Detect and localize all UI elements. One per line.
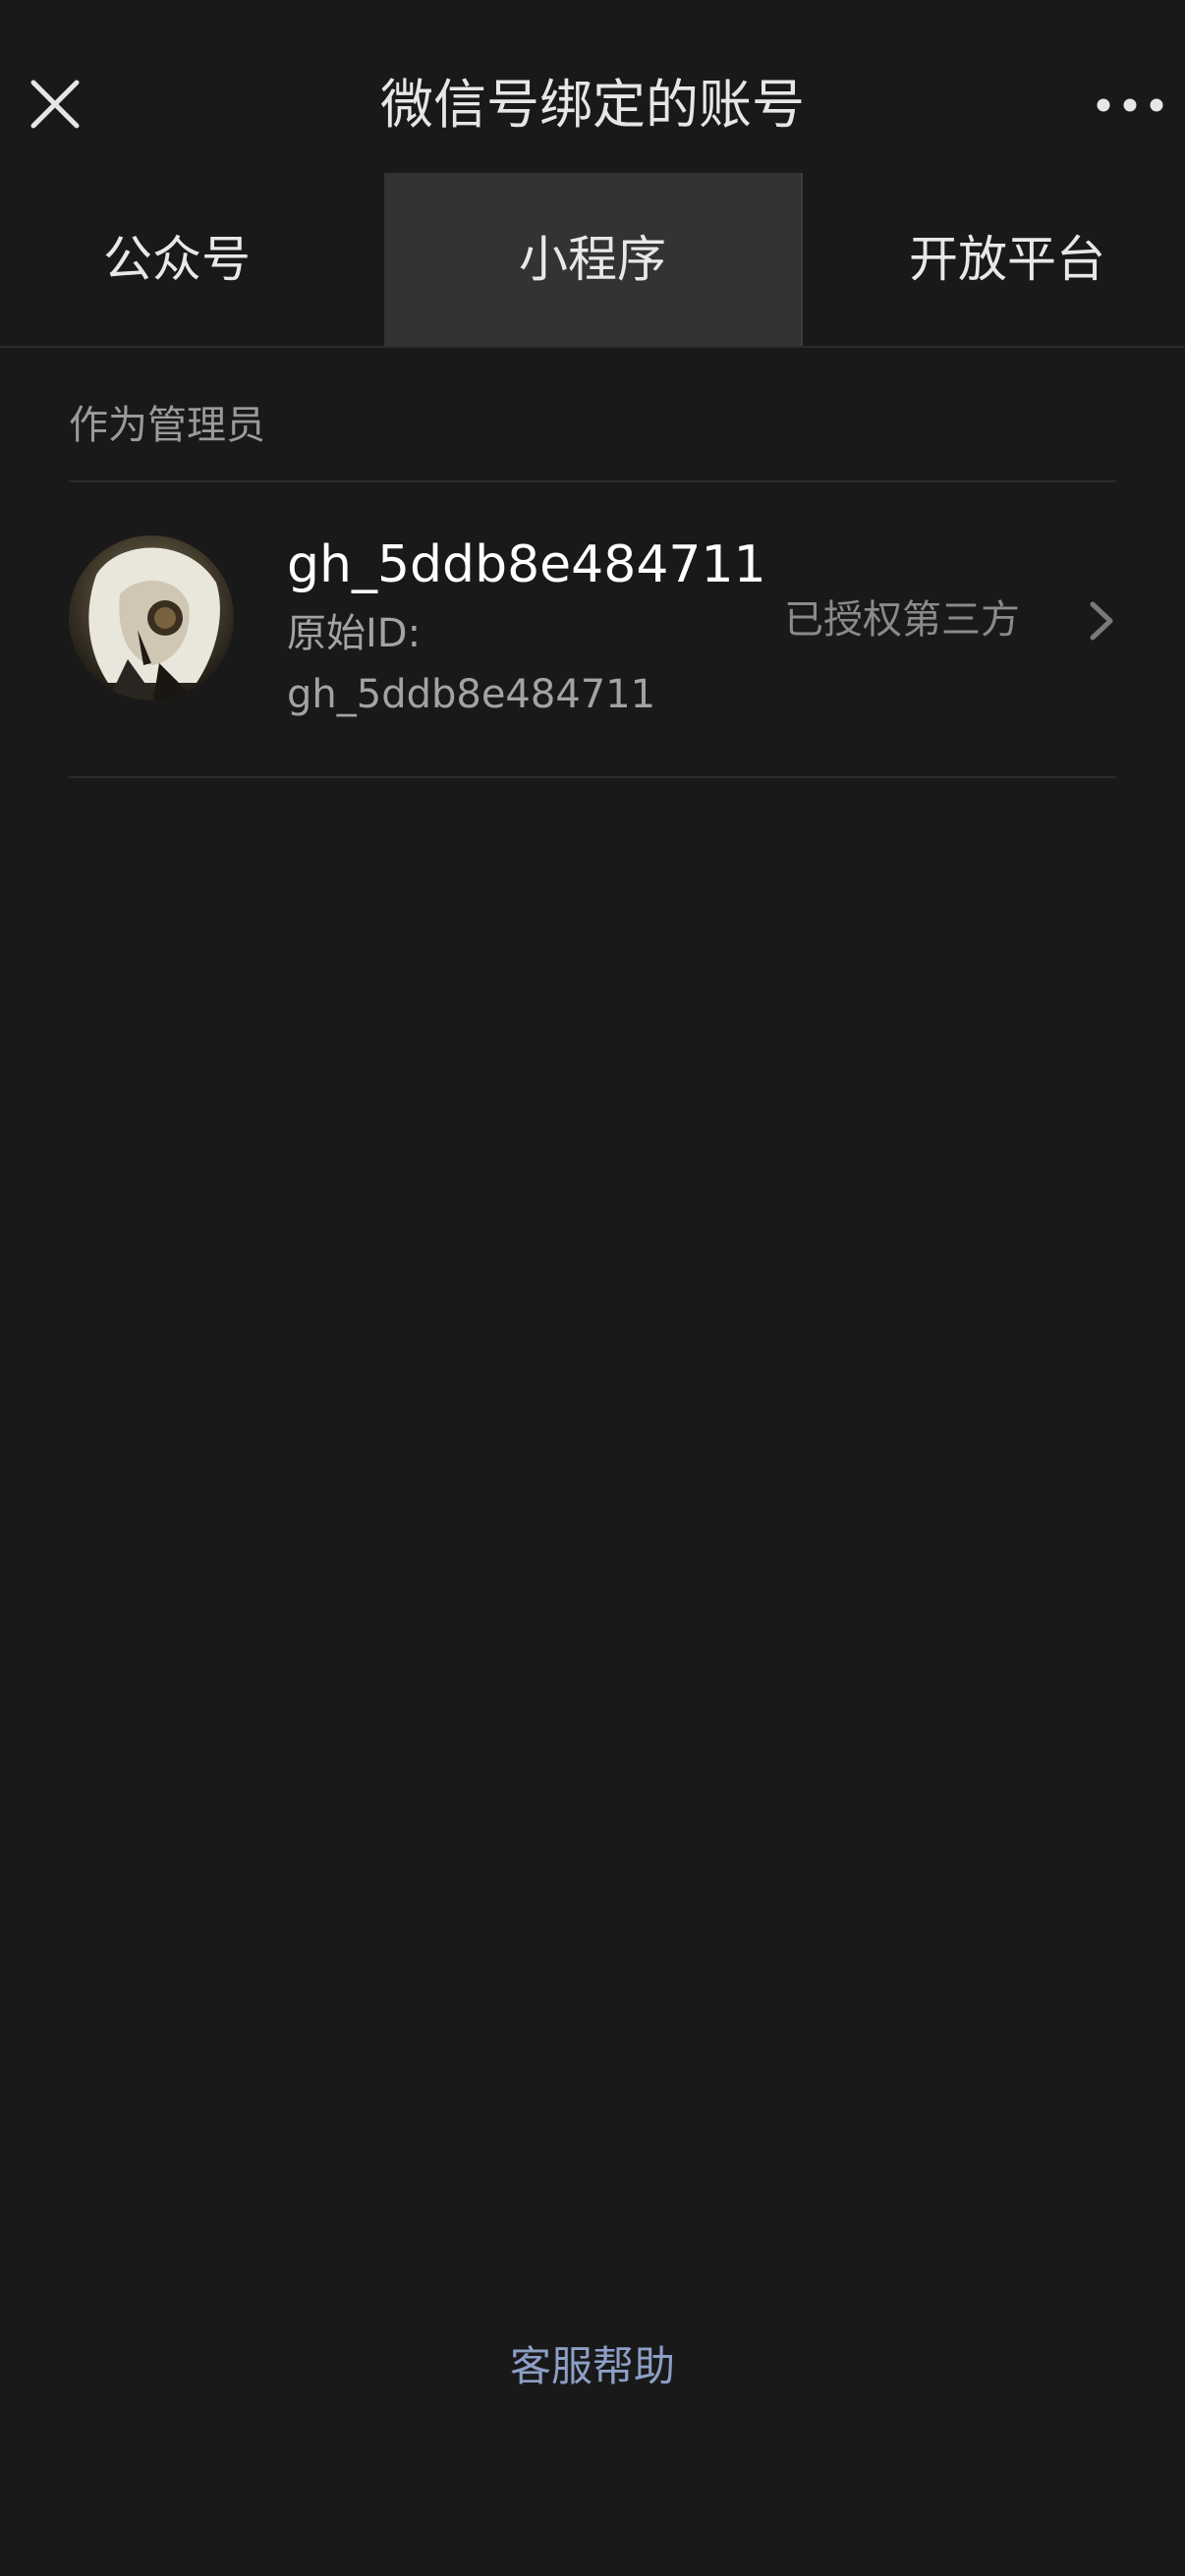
tab-open-platform[interactable]: 开放平台 — [845, 173, 1169, 346]
section-label: 作为管理员 — [69, 403, 265, 448]
tab-official-accounts[interactable]: 公众号 — [0, 173, 354, 346]
account-row[interactable]: gh_5ddb8e484711 原始ID: gh_5ddb8e484711 已授… — [69, 482, 1116, 777]
divider-bottom — [69, 776, 1116, 778]
original-id-label: 原始ID: — [287, 611, 422, 656]
avatar — [69, 535, 234, 700]
more-icon — [1097, 98, 1163, 112]
customer-service-link[interactable]: 客服帮助 — [0, 2334, 1185, 2399]
page-title: 微信号绑定的账号 — [380, 74, 805, 136]
tab-bar: 公众号 小程序 开放平台 — [0, 173, 1185, 348]
more-button[interactable] — [1091, 88, 1169, 122]
avatar-portrait — [69, 535, 234, 700]
header-bar: 微信号绑定的账号 — [0, 0, 1185, 173]
account-name: gh_5ddb8e484711 — [287, 535, 766, 594]
tab-mini-programs[interactable]: 小程序 — [384, 173, 803, 346]
authorization-status: 已授权第三方 — [784, 597, 1020, 643]
original-id-value: gh_5ddb8e484711 — [287, 672, 656, 717]
chevron-right-icon — [1081, 598, 1120, 644]
